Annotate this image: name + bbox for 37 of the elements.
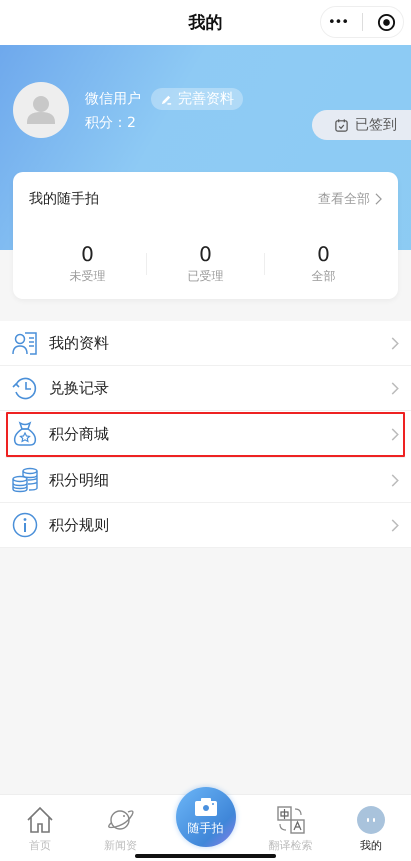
more-button[interactable]: ••• [328, 14, 348, 30]
money-bag-icon [12, 421, 38, 447]
contact-card-icon [12, 330, 38, 356]
menu-item[interactable]: 积分明细 [0, 458, 411, 503]
avatar-icon [13, 82, 69, 138]
capsule-menu[interactable]: ••• [320, 6, 404, 38]
stat-label: 未受理 [70, 268, 106, 285]
stat-label: 已受理 [188, 268, 224, 285]
robot-avatar-icon [356, 805, 386, 835]
menu-item[interactable]: 兑换记录 [0, 366, 411, 411]
menu-item[interactable]: 积分规则 [0, 503, 411, 548]
nickname: 微信用户 [85, 90, 141, 108]
signin-button[interactable]: 已签到 [312, 110, 411, 140]
house-icon [25, 805, 56, 835]
close-icon[interactable] [376, 12, 396, 32]
points-text: 积分：2 [85, 114, 137, 132]
card-title: 我的随手拍 [29, 190, 99, 208]
chevron-right-icon [375, 193, 382, 205]
translate-icon [276, 805, 306, 835]
history-clock-icon [12, 375, 38, 401]
chevron-right-icon [391, 382, 399, 394]
stat-label: 全部 [312, 268, 336, 285]
camera-icon [194, 797, 218, 817]
chevron-right-icon [391, 336, 399, 350]
stat-value: 0 [199, 242, 212, 266]
info-icon [12, 512, 38, 538]
chevron-right-icon [391, 428, 399, 440]
menu-item[interactable]: 我的资料 [0, 321, 411, 366]
menu-item[interactable]: 积分商城 [5, 411, 406, 458]
stat-value: 0 [81, 242, 94, 266]
calendar-check-icon [334, 118, 349, 132]
chevron-right-icon [391, 474, 399, 486]
stat-value: 0 [317, 242, 330, 266]
coin-stack-icon [12, 467, 38, 493]
chevron-right-icon [391, 518, 399, 532]
page-title: 我的 [188, 12, 222, 34]
tab-item[interactable]: 我的 [330, 795, 411, 861]
